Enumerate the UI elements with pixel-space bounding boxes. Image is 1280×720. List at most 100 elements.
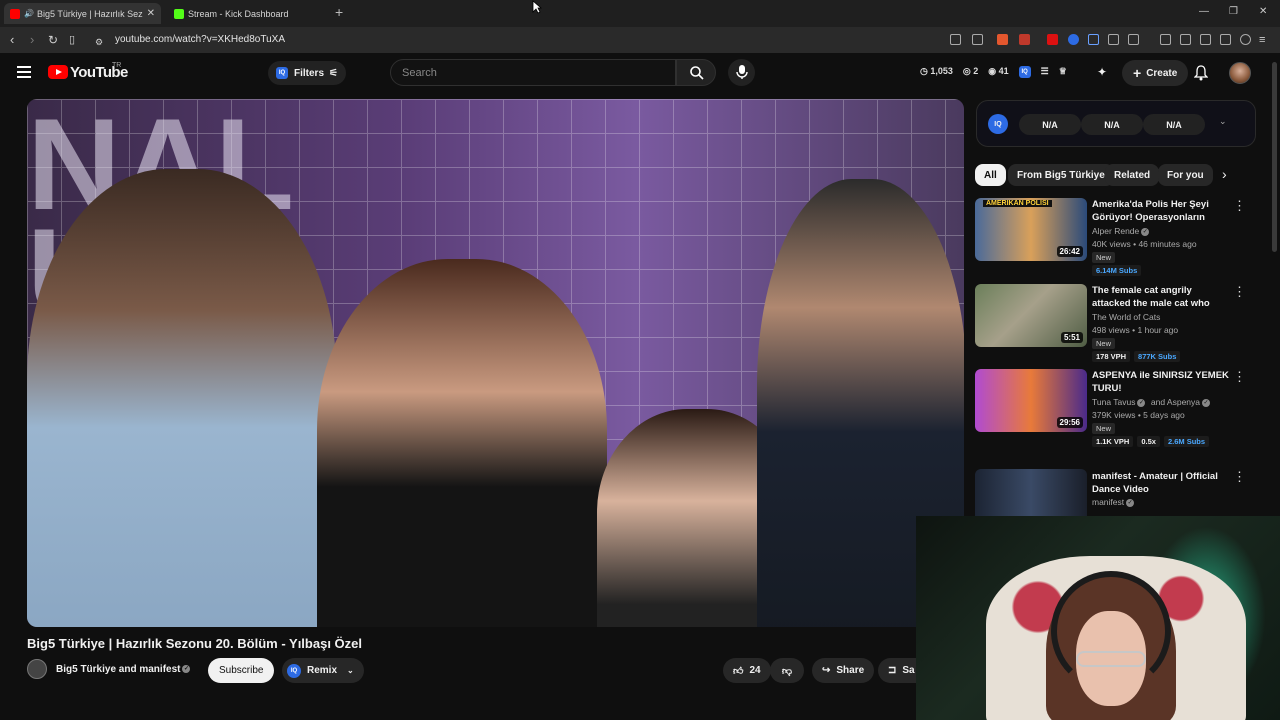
chip-from-channel[interactable]: From Big5 Türkiye [1008,164,1114,186]
extension-icon[interactable] [1088,34,1099,45]
recommended-video[interactable]: AMERIKAN POLISI 26:42 Amerika'da Polis H… [975,198,1265,278]
duration-badge: 26:42 [1056,246,1083,257]
recommended-tags: 6.14M Subs [1092,265,1142,276]
more-options-icon[interactable]: ⋮ [1233,469,1246,485]
restore-button[interactable]: ❐ [1229,6,1238,17]
tab-youtube[interactable]: 🔊 Big5 Türkiye | Hazırlık Sezonu ✕ [4,3,161,24]
extensions-puzzle-icon[interactable] [1108,34,1119,45]
recommended-tags: 1.1K VPH 0.5x 2.6M Subs [1092,436,1210,447]
ratio-tag: 0.5x [1137,436,1160,447]
channel-avatar[interactable] [27,659,47,679]
iq-stat-1: N/A [1019,114,1081,135]
recommended-title[interactable]: Amerika'da Polis Her Şeyi Görüyor! Opera… [1092,198,1232,224]
reload-icon[interactable]: ↻ [48,32,58,48]
cast-icon[interactable] [950,34,961,45]
bookmark-icon[interactable]: ▯ [69,32,75,48]
iq-extension-icon[interactable]: IQ [1018,66,1031,78]
chip-for-you[interactable]: For you [1158,164,1213,186]
recommended-title[interactable]: manifest - Amateur | Official Dance Vide… [1092,470,1232,496]
video-thumbnail[interactable]: 29:56 [975,369,1087,432]
tab-kick[interactable]: Stream - Kick Dashboard [168,3,328,24]
hamburger-menu-icon[interactable] [17,66,31,78]
recommended-channel[interactable]: The World of Cats [1092,312,1160,322]
recommended-channel[interactable]: Tuna Tavus ✓ and Aspenya ✓ [1092,397,1211,407]
share-page-icon[interactable] [972,34,983,45]
forward-icon[interactable]: › [30,32,34,48]
recommended-channel[interactable]: Alper Rende ✓ [1092,226,1150,236]
subscribe-button[interactable]: Subscribe [208,658,275,683]
more-options-icon[interactable]: ⋮ [1233,284,1246,300]
wallet-icon[interactable] [1200,34,1211,45]
browser-tab-bar: 🔊 Big5 Türkiye | Hazırlık Sezonu ✕ Strea… [0,0,1280,27]
dislike-button[interactable]: 👎︎ [770,658,804,683]
sparkle-icon[interactable]: ✦ [1097,65,1107,79]
iq-stats-panel: IQ N/A N/A N/A ⌄ [976,100,1256,147]
mouse-cursor-icon [532,0,542,14]
recommended-video[interactable]: 5:51 The female cat angrily attacked the… [975,284,1265,364]
new-tab-button[interactable]: + [335,4,343,20]
extension-icon[interactable] [1128,34,1139,45]
notifications-bell-icon[interactable] [1194,65,1208,81]
extension-icon[interactable] [1047,34,1058,45]
close-tab-icon[interactable]: ✕ [147,8,155,19]
media-icon[interactable] [1160,34,1171,45]
audio-icon: 🔊 [24,9,34,18]
remix-button[interactable]: IQ Remix ⌄ [282,658,364,683]
recommended-video[interactable]: manifest - Amateur | Official Dance Vide… [975,469,1265,516]
youtube-logo-icon[interactable] [48,65,68,79]
chevron-right-icon[interactable]: › [1222,166,1227,182]
youtube-favicon-icon [10,8,20,19]
vph-tag: 1.1K VPH [1092,436,1134,447]
extension-icon[interactable] [1068,34,1079,45]
stat-eye: ◎ 2 [962,66,979,76]
like-button[interactable]: 👍︎ 24 [723,658,771,683]
stat-views: ◷ 1,053 [920,66,953,76]
chip-related[interactable]: Related [1105,164,1160,186]
chevron-down-icon[interactable]: ⌄ [1219,116,1227,127]
url-field[interactable]: youtube.com/watch?v=XKHed8oTuXA [115,34,285,45]
search-button[interactable] [676,59,716,86]
iq-logo-icon: IQ [988,114,1008,134]
remix-label: Remix [307,665,338,676]
subs-tag: 6.14M Subs [1092,265,1142,276]
create-button[interactable]: + Create [1122,60,1189,86]
channel-name[interactable]: Big5 Türkiye and manifest ✓ [56,664,191,675]
video-thumbnail[interactable] [975,469,1087,516]
list-icon[interactable]: ☰ [1041,66,1049,78]
brave-shield-icon[interactable] [997,34,1008,45]
video-thumbnail[interactable]: 5:51 [975,284,1087,347]
site-info-icon[interactable]: ⚙ [95,34,103,50]
menu-icon[interactable]: ≡ [1259,32,1265,48]
headset [1051,571,1171,691]
video-title: Big5 Türkiye | Hazırlık Sezonu 20. Bölüm… [27,636,362,651]
vpn-icon[interactable] [1240,34,1251,45]
video-thumbnail[interactable]: AMERIKAN POLISI 26:42 [975,198,1087,261]
youtube-header: YouTube TR IQ Filters ⚟ Search ◷ 1,053 ◎… [0,53,1280,93]
more-options-icon[interactable]: ⋮ [1233,198,1246,214]
account-avatar[interactable] [1229,62,1251,84]
share-label: Share [836,665,865,676]
save-button[interactable]: ⊐ Sa [878,658,918,683]
trophy-icon[interactable]: ♕ [1059,66,1067,78]
chip-all[interactable]: All [975,164,1006,186]
more-options-icon[interactable]: ⋮ [1233,369,1246,385]
recommended-video[interactable]: 29:56 ASPENYA ile SINIRSIZ YEMEK TURU! T… [975,369,1265,449]
subs-tag: 2.6M Subs [1163,436,1210,447]
webcam-overlay [916,516,1280,720]
sidebar-icon[interactable] [1180,34,1191,45]
share-button[interactable]: ↪ Share [812,658,875,683]
back-icon[interactable]: ‹ [10,32,14,48]
recommended-title[interactable]: ASPENYA ile SINIRSIZ YEMEK TURU! [1092,369,1232,395]
video-player[interactable]: NALUC [27,99,964,627]
filters-button[interactable]: IQ Filters ⚟ [268,61,346,85]
minimize-button[interactable]: — [1199,6,1209,17]
close-window-button[interactable]: ✕ [1259,6,1267,17]
recommended-channel[interactable]: manifest ✓ [1092,497,1135,507]
search-input[interactable]: Search [390,59,676,86]
recommended-title[interactable]: The female cat angrily attacked the male… [1092,284,1232,310]
scrollbar-thumb[interactable] [1272,62,1277,252]
microphone-icon [736,65,748,79]
ai-icon[interactable] [1220,34,1231,45]
voice-search-button[interactable] [728,59,755,86]
extension-icon[interactable] [1019,34,1030,45]
